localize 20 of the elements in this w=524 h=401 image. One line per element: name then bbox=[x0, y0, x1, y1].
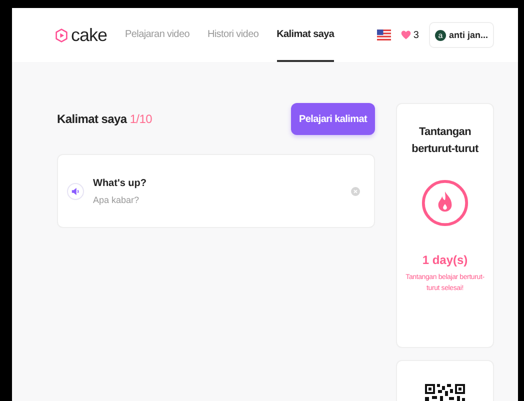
sentence-translation: Apa kabar? bbox=[93, 194, 140, 204]
logo-text: cake bbox=[71, 24, 108, 46]
learn-button[interactable]: Pelajari kalimat bbox=[290, 103, 375, 135]
nav-tab[interactable]: Kalimat saya bbox=[276, 8, 334, 62]
sentence-text: What's up? bbox=[93, 178, 148, 188]
streak-title: Tantangan berturut-turut bbox=[410, 125, 480, 158]
nav-tab[interactable]: Pelajaran video bbox=[125, 8, 190, 62]
flame-icon bbox=[421, 179, 469, 228]
profile-button[interactable]: a anti jan... bbox=[428, 22, 494, 48]
heart-icon bbox=[401, 30, 412, 40]
page-title: Kalimat saya 1/10 bbox=[57, 112, 152, 126]
close-icon bbox=[351, 186, 360, 196]
streak-days: 1 day(s) bbox=[422, 253, 468, 268]
speaker-icon bbox=[71, 186, 80, 196]
heart-count: 3 bbox=[413, 30, 419, 40]
avatar: a bbox=[434, 30, 446, 40]
flag-icon[interactable] bbox=[377, 29, 392, 41]
nav-tab[interactable]: Histori video bbox=[207, 8, 259, 62]
logo-icon bbox=[55, 28, 68, 42]
speaker-button[interactable] bbox=[67, 182, 84, 200]
